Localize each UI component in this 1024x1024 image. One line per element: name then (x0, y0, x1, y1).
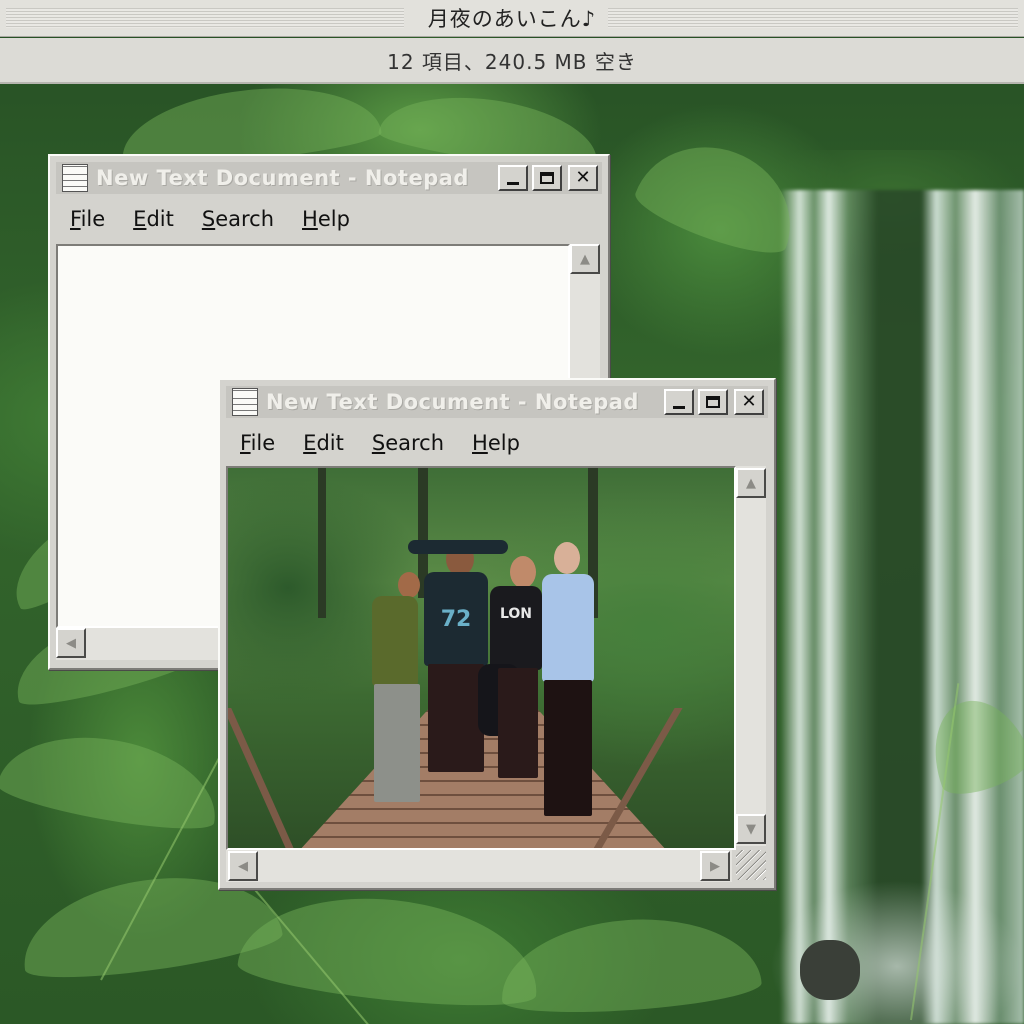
window-title-bar[interactable]: New Text Document - Notepad ✕ (226, 386, 768, 418)
menu-search-accel: S (371, 431, 386, 455)
person-legs (428, 664, 484, 772)
maximize-button[interactable] (532, 165, 562, 191)
jersey-number: 72 (440, 606, 472, 632)
vertical-scrollbar[interactable]: ▲ ▼ (736, 466, 766, 846)
notepad-icon (232, 388, 258, 416)
arrow-down-icon: ▼ (746, 821, 756, 837)
menu-help[interactable]: Help (472, 431, 520, 455)
maximize-icon (540, 172, 554, 184)
group-photo: 72 LON (228, 468, 734, 848)
close-icon: ✕ (741, 391, 757, 412)
scroll-up-button[interactable]: ▲ (736, 468, 766, 498)
maximize-icon (706, 396, 720, 408)
menu-help-rest: elp (487, 431, 520, 455)
person-torso (372, 596, 418, 686)
scroll-right-button[interactable]: ▶ (700, 851, 730, 881)
menu-edit-accel: E (303, 431, 317, 455)
notepad-window-front[interactable]: New Text Document - Notepad ✕ File Edit … (218, 378, 776, 890)
close-icon: ✕ (575, 167, 591, 188)
title-stripes-right (598, 8, 1018, 28)
close-button[interactable]: ✕ (568, 165, 598, 191)
scroll-down-button[interactable]: ▼ (736, 814, 766, 844)
close-button[interactable]: ✕ (734, 389, 764, 415)
menu-help-accel: H (302, 207, 318, 231)
arrow-left-icon: ◀ (66, 635, 76, 651)
menu-search[interactable]: Search (202, 207, 274, 231)
person-torso: LON (490, 586, 542, 670)
fern-leaf (235, 884, 545, 1016)
fern-leaf (629, 125, 811, 265)
menu-edit-accel: E (133, 207, 147, 231)
person-legs (544, 680, 592, 816)
menu-file[interactable]: File (70, 207, 105, 231)
person-legs (498, 668, 538, 778)
resize-grip[interactable] (736, 850, 766, 880)
person-head (554, 542, 580, 574)
person-torso (542, 574, 594, 682)
finder-status-text: 12 項目、240.5 MB 空き (387, 49, 637, 74)
fern-leaf (497, 911, 763, 1019)
person-legs (374, 684, 420, 802)
menu-file-rest: ile (250, 431, 276, 455)
maximize-button[interactable] (698, 389, 728, 415)
shirt-text: LON (499, 606, 533, 622)
menu-edit[interactable]: Edit (303, 431, 344, 455)
finder-status-bar: 12 項目、240.5 MB 空き (0, 38, 1024, 84)
finder-title-bar[interactable]: 月夜のあいこん♪ (0, 0, 1024, 37)
scroll-up-button[interactable]: ▲ (570, 244, 600, 274)
menu-file[interactable]: File (240, 431, 275, 455)
minimize-icon (507, 181, 519, 185)
wallpaper-rock (800, 940, 860, 1000)
arrow-right-icon: ▶ (710, 858, 720, 874)
minimize-button[interactable] (664, 389, 694, 415)
menu-search-rest: earch (385, 431, 445, 455)
menu-file-accel: F (240, 431, 251, 455)
person-head (510, 556, 536, 588)
arrow-up-icon: ▲ (580, 251, 590, 267)
menu-file-accel: F (70, 207, 81, 231)
window-title-bar[interactable]: New Text Document - Notepad ✕ (56, 162, 602, 194)
menu-edit[interactable]: Edit (133, 207, 174, 231)
scroll-left-button[interactable]: ◀ (56, 628, 86, 658)
menu-edit-rest: dit (316, 431, 344, 455)
arrow-up-icon: ▲ (746, 475, 756, 491)
window-title: New Text Document - Notepad (96, 166, 469, 190)
notepad-icon (62, 164, 88, 192)
arrow-left-icon: ◀ (238, 858, 248, 874)
menu-help-rest: elp (317, 207, 350, 231)
title-stripes-left (6, 8, 404, 28)
minimize-button[interactable] (498, 165, 528, 191)
person-head (398, 572, 420, 598)
menu-file-rest: ile (80, 207, 106, 231)
minimize-icon (673, 405, 685, 409)
photo-tree (318, 468, 326, 618)
menu-edit-rest: dit (146, 207, 174, 231)
finder-title: 月夜のあいこん♪ (415, 3, 609, 33)
menu-search-accel: S (201, 207, 216, 231)
fern-leaf (0, 721, 226, 839)
menu-help-accel: H (472, 431, 488, 455)
menu-search-rest: earch (215, 207, 275, 231)
scroll-left-button[interactable]: ◀ (228, 851, 258, 881)
menu-bar: File Edit Search Help (58, 200, 366, 238)
window-title: New Text Document - Notepad (266, 390, 639, 414)
menu-search[interactable]: Search (372, 431, 444, 455)
horizontal-scrollbar[interactable]: ◀ ▶ (226, 850, 732, 882)
menu-bar: File Edit Search Help (228, 424, 536, 462)
photo-rail (228, 708, 298, 848)
document-area[interactable]: 72 LON (226, 466, 736, 850)
person-arms (408, 540, 508, 554)
person-torso: 72 (424, 572, 488, 666)
menu-help[interactable]: Help (302, 207, 350, 231)
